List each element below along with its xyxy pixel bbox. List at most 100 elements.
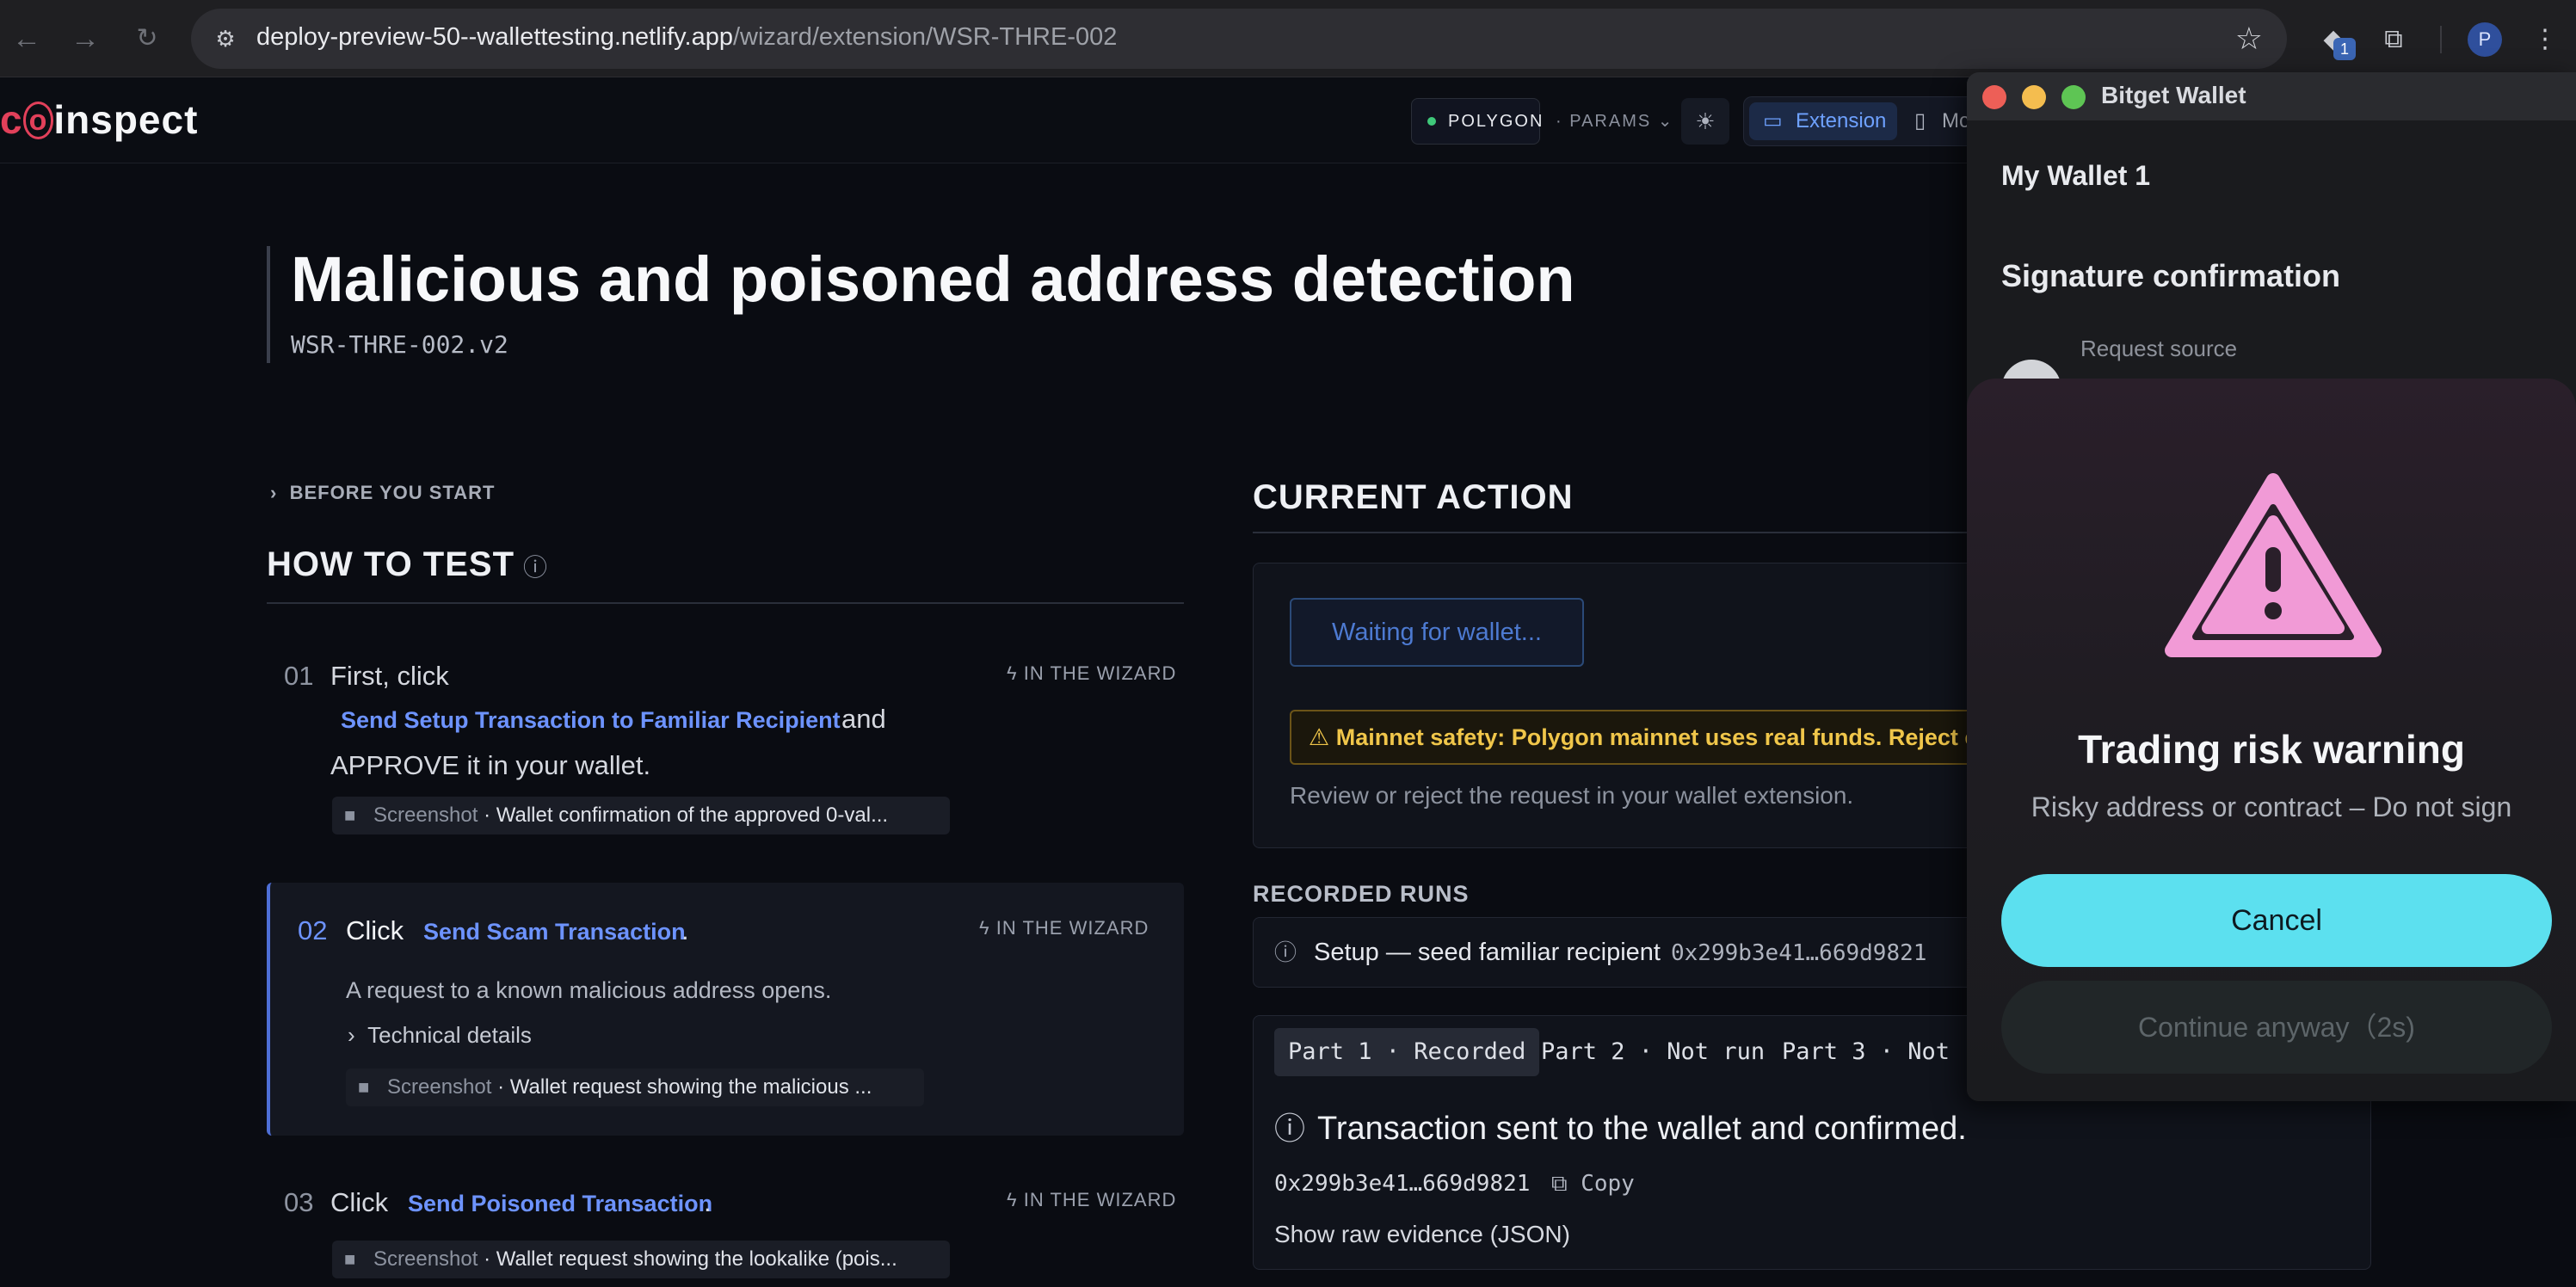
bookmark-star-icon[interactable]: ☆ [2235, 21, 2263, 57]
site-settings-icon[interactable]: ⚙ [210, 23, 241, 54]
bitget-wallet-window: Bitget Wallet My Wallet 1 Signature conf… [1967, 72, 2576, 1101]
camera-icon: ■ [358, 1076, 370, 1098]
reload-icon[interactable]: ↻ [127, 19, 167, 58]
risk-warning-sheet: Trading risk warning Risky address or co… [1967, 379, 2576, 1101]
technical-details-label: Technical details [367, 1022, 532, 1048]
in-wizard-tag: ϟ IN THE WIZARD [1007, 1189, 1177, 1210]
forward-icon[interactable]: → [65, 19, 105, 58]
screenshot-chip[interactable]: ■ Screenshot · Wallet confirmation of the… [332, 797, 950, 834]
wallet-name[interactable]: My Wallet 1 [2001, 160, 2150, 192]
in-wizard-tag: ϟ IN THE WIZARD [1007, 662, 1177, 684]
in-wizard-tag: ϟ IN THE WIZARD [979, 917, 1149, 939]
risk-warning-title: Trading risk warning [2078, 727, 2465, 772]
logo-part: o [22, 102, 54, 139]
step-description: A request to a known malicious address o… [346, 977, 832, 1003]
setup-run-label: Setup — seed familiar recipient [1314, 939, 1661, 966]
page-title: Malicious and poisoned address detection [291, 243, 1575, 315]
menu-kebab-icon[interactable]: ⋮ [2524, 19, 2566, 60]
mode-mobile-button[interactable]: ▯ Mc [1914, 102, 1969, 140]
step-text: Click [346, 915, 404, 945]
network-label: POLYGON [1448, 112, 1544, 131]
theme-toggle-sun-icon[interactable]: ☀ [1681, 98, 1729, 145]
current-action-heading: CURRENT ACTION [1253, 478, 1574, 516]
in-wizard-label: IN THE WIZARD [1023, 1189, 1177, 1210]
test-id: WSR-THRE-002.v2 [291, 330, 508, 359]
toolbar-divider [2440, 26, 2442, 53]
minimize-window-icon[interactable] [2022, 85, 2046, 109]
wallet-titlebar: Bitget Wallet [1967, 72, 2576, 120]
technical-details-toggle[interactable]: › Technical details [348, 1022, 532, 1049]
screenshot-label: Screenshot [373, 1247, 478, 1271]
in-wizard-label: IN THE WIZARD [995, 917, 1149, 939]
params-dropdown[interactable]: · PARAMS ⌄ [1556, 110, 1674, 132]
wallet-window-title: Bitget Wallet [2101, 82, 2246, 108]
close-window-icon[interactable] [1982, 85, 2006, 109]
address-bar[interactable]: ⚙ deploy-preview-50--wallettesting.netli… [191, 9, 2287, 69]
transaction-status-text: Transaction sent to the wallet and confi… [1317, 1111, 1967, 1147]
send-poisoned-transaction-link[interactable]: Send Poisoned Transaction [408, 1191, 712, 1217]
network-pill[interactable]: POLYGON [1411, 98, 1542, 145]
step-text: First, click [330, 661, 449, 691]
network-status-dot [1427, 117, 1436, 126]
how-to-test-heading: HOW TO TEST ⓘ [267, 545, 548, 584]
tab-part-2[interactable]: Part 2 · Not run [1541, 1028, 1765, 1076]
info-icon[interactable]: ⓘ [523, 554, 548, 581]
send-setup-transaction-link[interactable]: Send Setup Transaction to Familiar Recip… [341, 707, 841, 734]
copy-icon: ⧉ [1551, 1171, 1581, 1197]
extensions-puzzle-icon[interactable]: ⧉ [2373, 19, 2414, 60]
phone-icon: ▯ [1914, 109, 1926, 132]
continue-anyway-button[interactable]: Continue anyway（2s) [2001, 981, 2552, 1074]
logo-part: inspect [53, 97, 199, 142]
in-wizard-label: IN THE WIZARD [1023, 662, 1177, 684]
tab-part-3[interactable]: Part 3 · Not ru [1782, 1028, 1992, 1076]
title-accent-bar [267, 246, 270, 363]
screenshot-text: Wallet request showing the malicious ... [509, 1075, 872, 1099]
screenshot-text: Wallet request showing the lookalike (po… [496, 1247, 897, 1271]
setup-run-hash: 0x299b3e41…669d9821 [1670, 940, 1927, 966]
transaction-status: ⓘ Transaction sent to the wallet and conf… [1274, 1104, 1967, 1148]
url-host: deploy-preview-50--wallettesting.netlify… [256, 23, 733, 51]
extension-badge: 1 [2333, 38, 2356, 60]
warning-triangle-icon [2165, 473, 2382, 657]
screenshot-label: Screenshot [373, 804, 478, 827]
mode-switcher: ▭ Extension ▯ Mc [1743, 96, 2001, 146]
camera-icon: ■ [344, 1248, 356, 1270]
monitor-icon: ▭ [1763, 109, 1783, 132]
url-path: /wizard/extension/WSR-THRE-002 [732, 23, 1118, 51]
request-source-label: Request source [2080, 336, 2238, 361]
review-instruction: Review or reject the request in your wal… [1290, 782, 1854, 809]
waiting-for-wallet-button[interactable]: Waiting for wallet... [1290, 598, 1584, 667]
coinspect-logo[interactable]: c o inspect [0, 96, 198, 143]
step-number: 01 [284, 661, 314, 691]
cancel-button[interactable]: Cancel [2001, 874, 2552, 967]
show-raw-evidence-toggle[interactable]: Show raw evidence (JSON) [1274, 1221, 1570, 1248]
send-scam-transaction-link[interactable]: Send Scam Transaction [423, 919, 686, 945]
chevron-right-icon: › [270, 482, 290, 503]
step-text: APPROVE it in your wallet. [330, 750, 651, 780]
url-text[interactable]: deploy-preview-50--wallettesting.netlify… [256, 23, 1117, 52]
back-icon[interactable]: ← [7, 19, 46, 58]
transaction-hash: 0x299b3e41…669d9821 [1274, 1171, 1531, 1197]
profile-avatar[interactable]: P [2468, 22, 2502, 57]
mode-extension-button[interactable]: ▭ Extension [1749, 102, 1897, 140]
step-text: . [681, 915, 689, 945]
screenshot-chip[interactable]: ■ Screenshot · Wallet request showing the… [346, 1068, 924, 1106]
divider [267, 602, 1184, 604]
recorded-runs-heading: RECORDED RUNS [1253, 881, 1470, 907]
copy-label: Copy [1581, 1171, 1635, 1197]
before-you-start-label: BEFORE YOU START [289, 482, 496, 503]
screenshot-chip[interactable]: ■ Screenshot · Wallet request showing the… [332, 1241, 950, 1278]
signature-confirmation-heading: Signature confirmation [2001, 258, 2341, 293]
maximize-window-icon[interactable] [2061, 85, 2086, 109]
tab-part-1[interactable]: Part 1 · Recorded [1274, 1028, 1540, 1076]
step-text: Click [330, 1187, 389, 1217]
how-to-test-label: HOW TO TEST [267, 545, 515, 583]
before-you-start-toggle[interactable]: › BEFORE YOU START [270, 482, 495, 504]
risk-warning-subtitle: Risky address or contract – Do not sign [2031, 791, 2512, 822]
mode-extension-label: Extension [1796, 109, 1887, 132]
info-icon: ⓘ [1274, 939, 1297, 965]
step-number: 02 [298, 915, 328, 945]
logo-part: c [0, 97, 23, 142]
info-icon: ⓘ [1274, 1111, 1306, 1146]
copy-button[interactable]: ⧉ Copy [1551, 1171, 1635, 1198]
